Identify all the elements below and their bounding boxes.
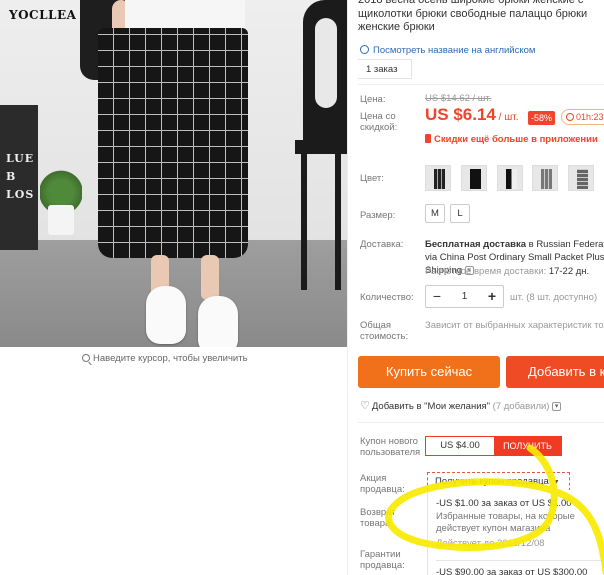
brand-logo: YOCLLEA — [9, 8, 77, 22]
photo-leg-right — [201, 255, 219, 300]
magnifier-icon — [82, 354, 90, 362]
zoom-hint: Наведите курсор, чтобы увеличить — [82, 353, 248, 364]
size-option-m[interactable]: M — [425, 204, 445, 223]
price-label: Цена: — [360, 94, 386, 105]
discount-price-label: Цена со скидкой: — [360, 111, 398, 133]
divider — [358, 84, 604, 85]
photo-sign: LUE B LOS — [0, 105, 38, 250]
original-price: US $14.62 / шт. — [425, 93, 492, 104]
quantity-label: Количество: — [360, 292, 414, 303]
color-swatches — [425, 165, 604, 191]
heart-icon: ♡ — [360, 400, 370, 412]
photo-plant-pot — [48, 205, 74, 235]
get-coupon-button[interactable]: ПОЛУЧИТЬ — [494, 437, 561, 455]
shipping-free: Бесплатная доставка — [425, 239, 526, 250]
photo-chair — [295, 0, 347, 300]
color-swatch[interactable] — [568, 165, 595, 191]
total-note: Зависит от выбранных характеристик товар… — [425, 320, 604, 331]
new-user-coupon: US $4.00 ПОЛУЧИТЬ — [425, 436, 562, 456]
color-swatch[interactable] — [425, 165, 451, 191]
wishlist-count: (7 добавили) — [492, 401, 550, 412]
total-label: Общая стоимость: — [360, 320, 409, 342]
discount-price-value: US $6.14 — [425, 105, 496, 124]
app-promo-text: Скидки ещё больше в приложении — [434, 134, 598, 145]
quantity-decrease-button[interactable]: − — [426, 286, 448, 307]
translate-icon — [360, 45, 369, 54]
countdown-value: 01h:23m — [576, 112, 604, 122]
return-label: Возврат товара — [360, 507, 396, 529]
color-swatch[interactable] — [496, 165, 523, 191]
price-unit: / шт. — [495, 112, 519, 123]
promo-condition-2[interactable]: -US $90.00 за заказ от US $300.00 — [436, 567, 604, 575]
add-to-cart-button[interactable]: Добавить в корзину — [506, 356, 604, 388]
phone-icon — [425, 134, 431, 143]
buy-now-button[interactable]: Купить сейчас — [358, 356, 500, 388]
wishlist-link[interactable]: ♡ Добавить в "Мои желания" (7 добавили) ▾ — [360, 399, 562, 412]
wishlist-dropdown-icon[interactable]: ▾ — [552, 401, 562, 411]
seller-promo-label: Акция продавца: — [360, 473, 405, 495]
delivery-time-label: Расчётное время доставки: — [425, 266, 547, 277]
quantity-stepper: − 1 + — [425, 285, 504, 308]
countdown-timer: 01h:23m — [561, 109, 604, 125]
product-image[interactable]: LUE B LOS YOCLLEA — [0, 0, 347, 347]
promo-description: Избранные товары, на которые действует к… — [436, 511, 575, 534]
promo-condition[interactable]: -US $1.00 за заказ от US $1.00 — [436, 498, 604, 510]
delivery-time-value: 17-22 дн. — [548, 266, 590, 277]
seller-coupon-panel: -US $1.00 за заказ от US $1.00 Избранные… — [427, 490, 604, 575]
size-options: ML — [425, 204, 475, 223]
caret-down-icon: ▼ — [552, 479, 560, 486]
app-promo-link[interactable]: Скидки ещё больше в приложении — [425, 133, 598, 145]
photo-shoe-left — [146, 286, 186, 344]
size-option-l[interactable]: L — [450, 204, 470, 223]
coupon-amount: US $4.00 — [440, 440, 480, 451]
promo-validity: Действует до 2018/12/08 — [436, 538, 545, 549]
zoom-hint-text: Наведите курсор, чтобы увеличить — [93, 353, 248, 364]
wishlist-text: Добавить в "Мои желания" — [371, 401, 491, 412]
column-divider — [347, 0, 348, 575]
color-swatch[interactable] — [532, 165, 559, 191]
clock-icon — [566, 113, 574, 121]
photo-plaid-pants — [98, 28, 248, 258]
orders-count: 1 заказ — [358, 59, 412, 79]
discount-badge: -58% — [528, 111, 556, 125]
color-swatch[interactable] — [460, 165, 487, 191]
size-label: Размер: — [360, 210, 396, 221]
divider — [358, 422, 604, 423]
product-title: 2018 весна осень широкие брюки женские с… — [358, 0, 588, 33]
quantity-available: шт. (8 шт. доступно) — [510, 292, 598, 303]
divider — [436, 560, 604, 561]
seller-coupon-dropdown[interactable]: Получить купон продавца ▼ — [427, 472, 570, 491]
quantity-input[interactable]: 1 — [448, 286, 481, 307]
delivery-time: Расчётное время доставки: 17-22 дн. — [425, 266, 589, 277]
quantity-increase-button[interactable]: + — [481, 286, 503, 307]
translate-link-text: Посмотреть название на английском — [373, 45, 536, 56]
translate-link[interactable]: Посмотреть название на английском — [360, 44, 535, 56]
seller-coupon-dropdown-text: Получить купон продавца — [435, 476, 549, 487]
guarantee-label: Гарантии продавца: — [360, 549, 405, 571]
new-user-coupon-label: Купон нового пользователя — [360, 436, 421, 458]
discount-price: US $6.14 / шт. — [425, 105, 519, 125]
color-label: Цвет: — [360, 173, 384, 184]
shipping-label: Доставка: — [360, 239, 404, 250]
photo-shoe-right — [198, 296, 238, 347]
